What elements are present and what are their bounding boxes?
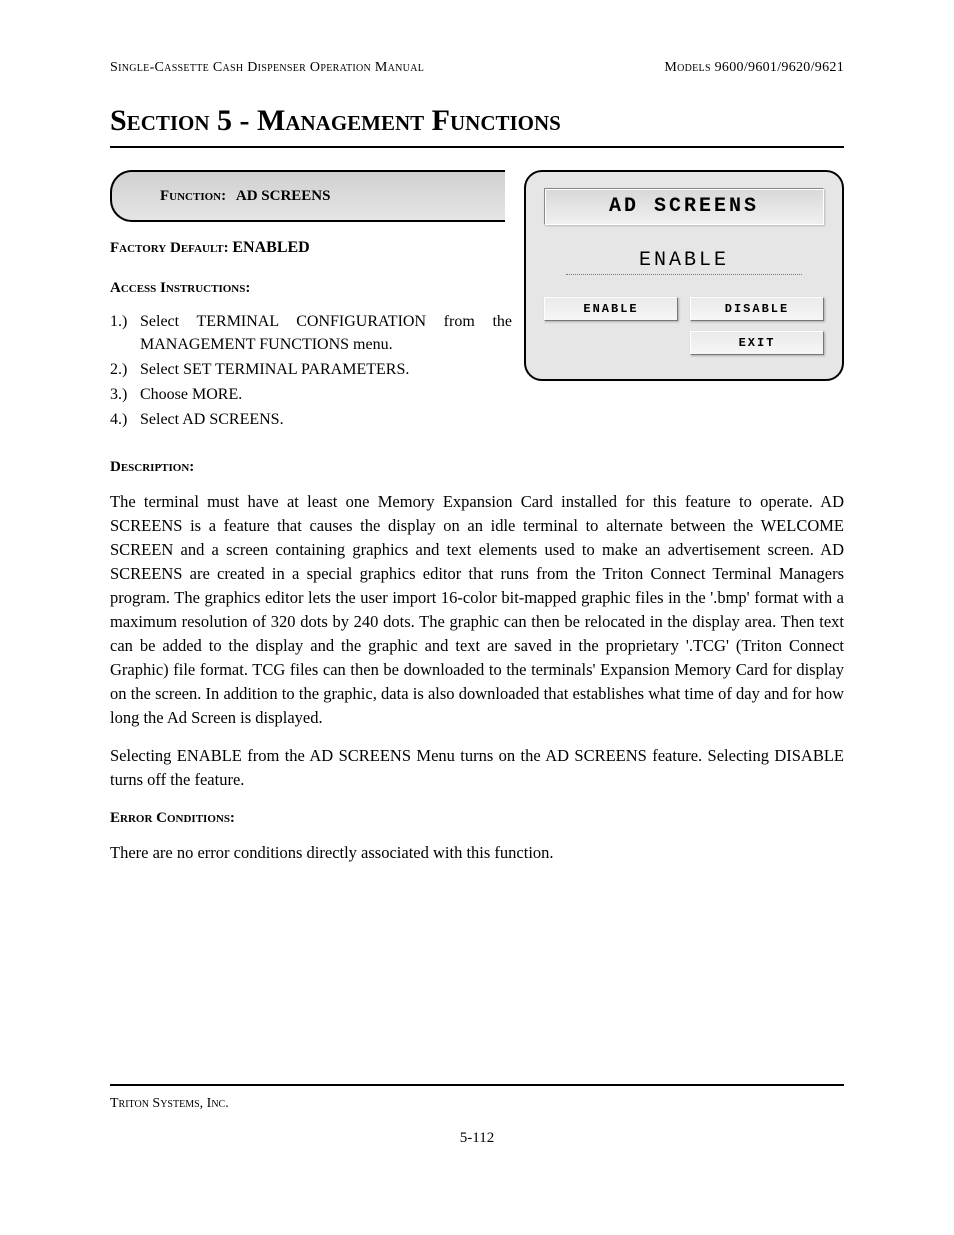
footer-rule [110,1084,844,1086]
description-label: Description: [110,459,844,476]
screen-title: AD SCREENS [544,188,824,225]
step-2: 2.)Select SET TERMINAL PARAMETERS. [110,358,844,381]
errors-label: Error Conditions: [110,810,844,827]
errors-text: There are no error conditions directly a… [110,841,844,865]
function-name: AD SCREENS [236,188,331,205]
factory-default-label: Factory Default: [110,240,229,256]
footer-company: Triton Systems, Inc. [110,1096,844,1112]
description-p2: Selecting ENABLE from the AD SCREENS Men… [110,744,844,792]
step-4: 4.)Select AD SCREENS. [110,408,844,431]
section-title: Section 5 - Management Functions [110,104,844,138]
function-label: Function: [160,188,226,205]
header-right: Models 9600/9601/9620/9621 [664,60,844,76]
screen-status: ENABLE [566,249,802,275]
header-left: Single-Cassette Cash Dispenser Operation… [110,60,424,76]
title-rule [110,146,844,148]
description-p1: The terminal must have at least one Memo… [110,490,844,729]
factory-default-value: ENABLED [232,239,309,256]
access-steps: 1.)Select TERMINAL CONFIGURATION from th… [110,310,844,432]
step-3: 3.)Choose MORE. [110,383,844,406]
function-bar: Function: AD SCREENS [110,170,505,222]
running-head: Single-Cassette Cash Dispenser Operation… [110,60,844,76]
page-number: 5-112 [110,1130,844,1147]
step-1: 1.)Select TERMINAL CONFIGURATION from th… [110,310,844,356]
